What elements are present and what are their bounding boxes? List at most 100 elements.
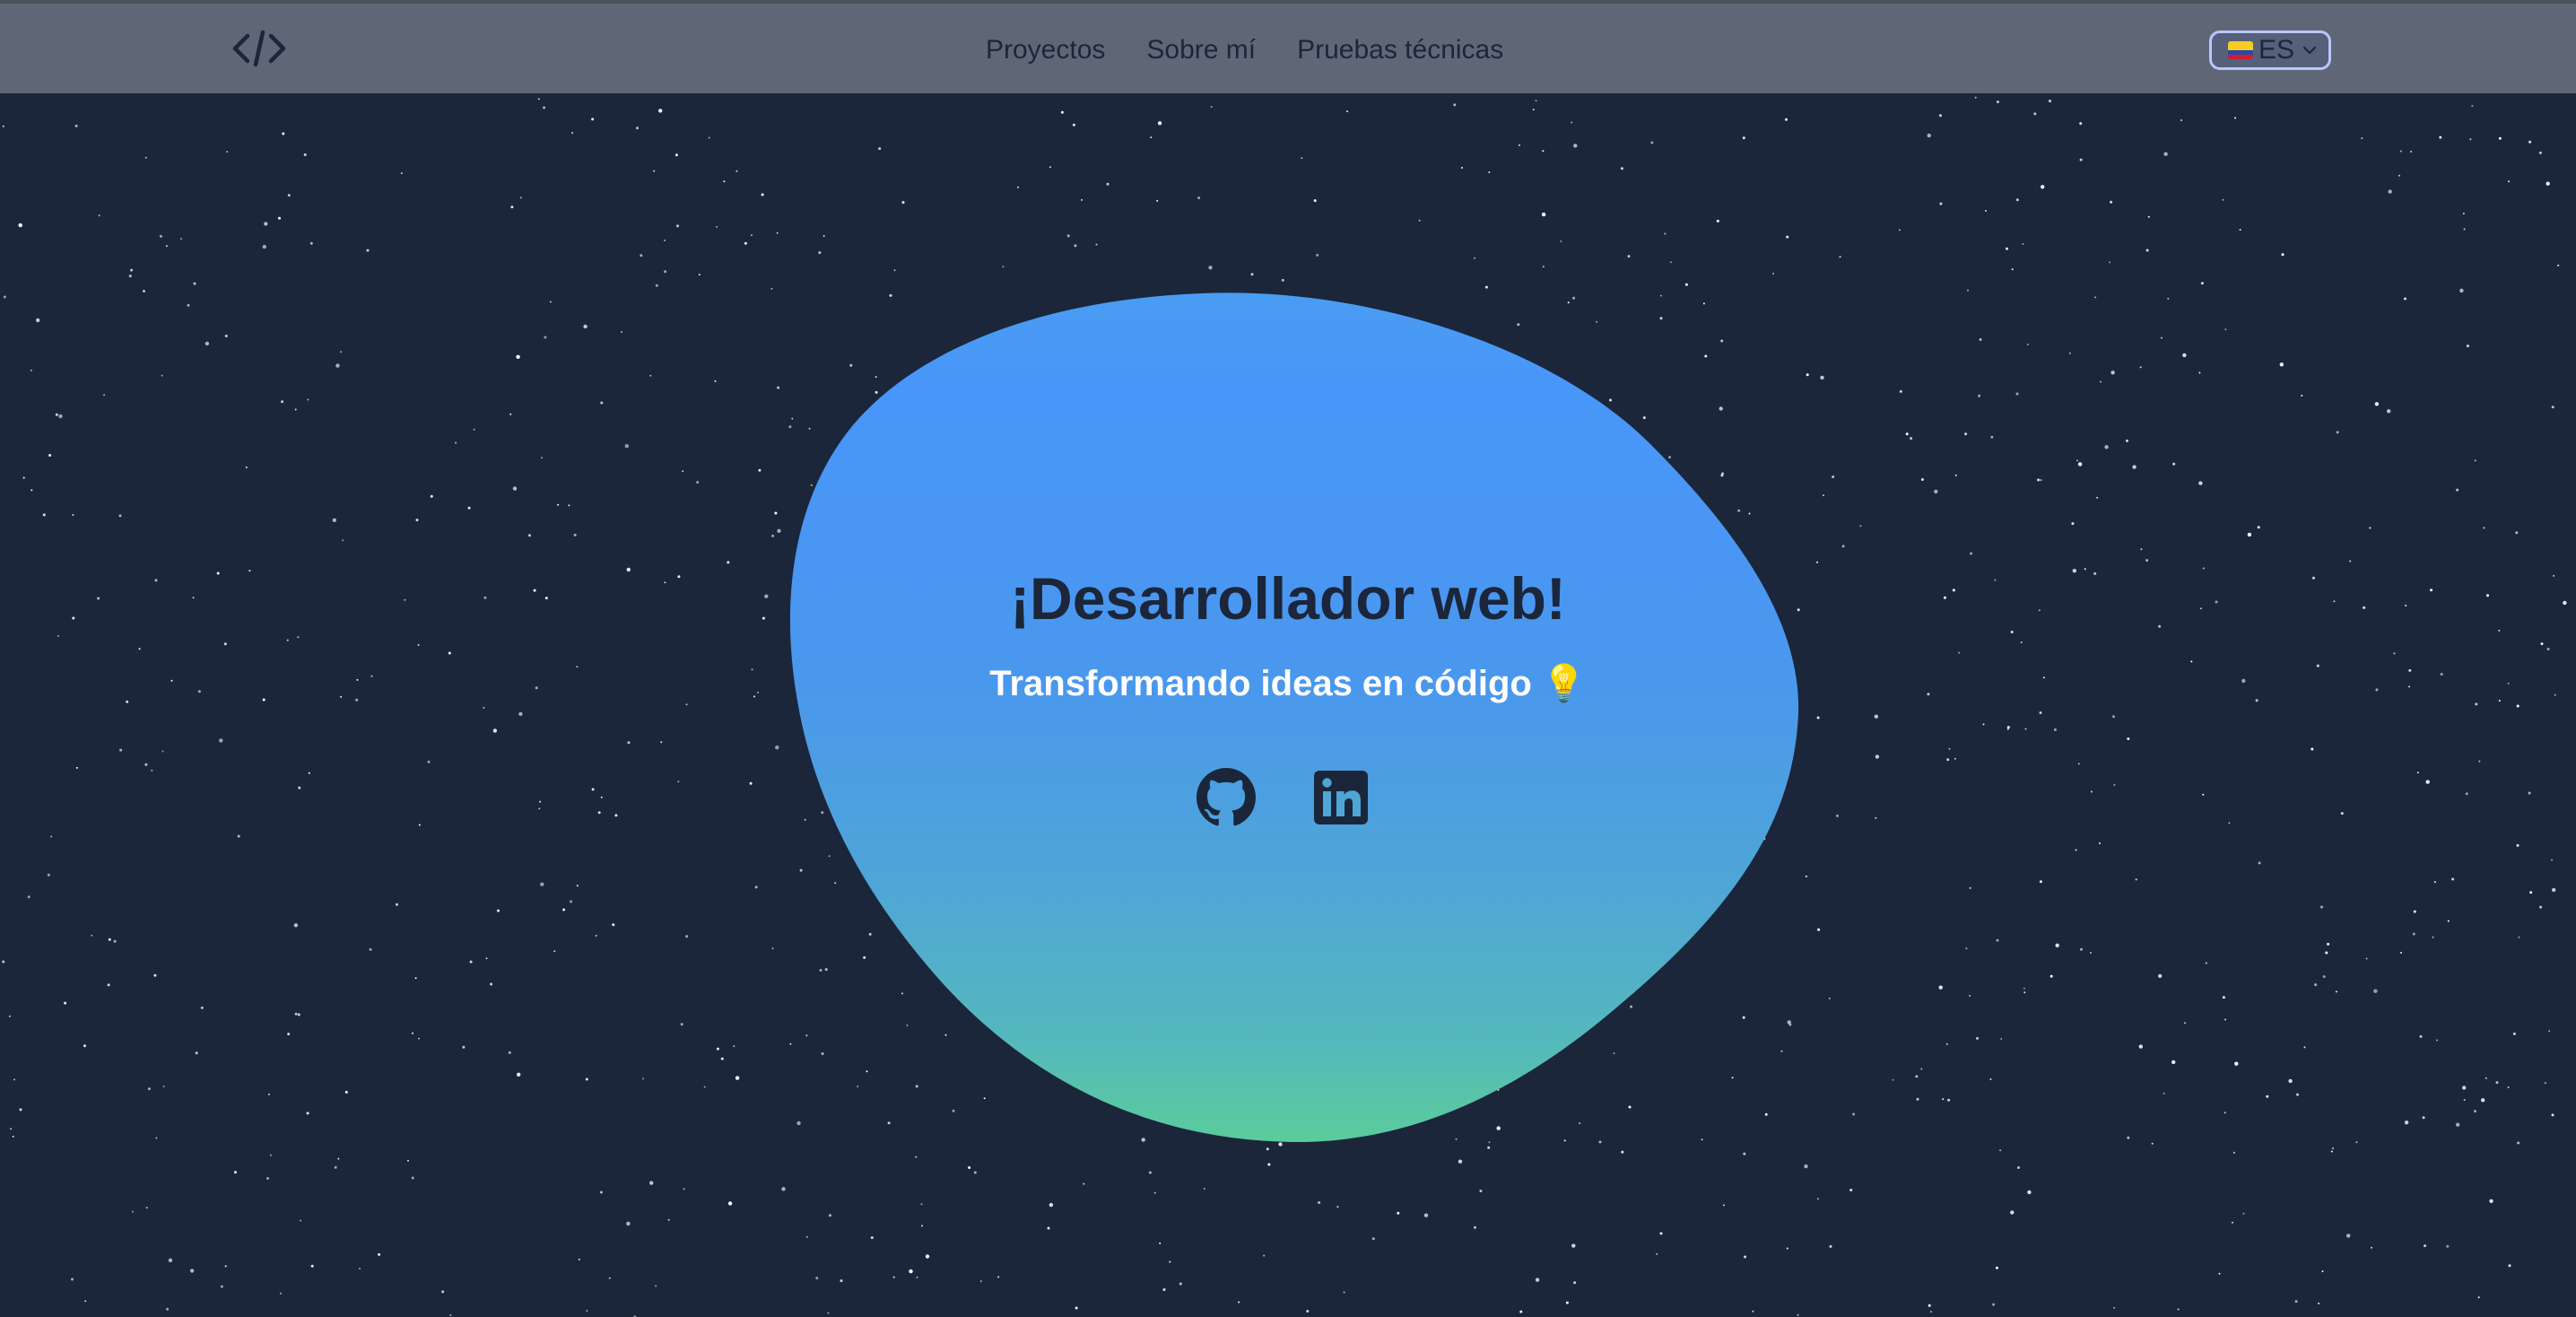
star (2551, 859, 2554, 861)
star (2517, 1141, 2520, 1145)
star (1785, 118, 1788, 121)
star (2022, 242, 2024, 245)
star (418, 1037, 420, 1040)
star (1397, 1211, 1400, 1215)
star (2112, 715, 2115, 719)
star (1343, 1291, 1345, 1294)
star (220, 1285, 223, 1288)
star (1153, 1191, 1156, 1194)
star (1017, 186, 1019, 188)
star (1532, 109, 1535, 111)
star (537, 98, 540, 100)
star (118, 514, 122, 518)
star (829, 1214, 831, 1217)
star (540, 882, 544, 886)
star (2033, 112, 2037, 116)
star (815, 1277, 819, 1280)
star (544, 336, 547, 339)
star (132, 1210, 134, 1213)
star (600, 401, 604, 405)
star (624, 444, 629, 449)
star (553, 950, 556, 953)
star (1150, 136, 1153, 139)
star (2320, 905, 2323, 909)
star (612, 923, 615, 927)
star (2539, 905, 2543, 909)
star (2432, 936, 2434, 938)
star (909, 1269, 913, 1274)
star (2314, 983, 2318, 987)
star (2266, 1095, 2269, 1098)
star (369, 947, 372, 951)
star (2110, 371, 2115, 375)
star (2167, 297, 2170, 300)
hero-blob (789, 292, 1799, 1143)
star (1573, 1281, 1577, 1285)
star (98, 214, 100, 217)
star (344, 1090, 348, 1094)
star (1967, 289, 1969, 292)
star (83, 1044, 86, 1048)
star (2158, 973, 2163, 979)
star (234, 1171, 237, 1174)
star (2138, 1044, 2143, 1049)
star (749, 781, 753, 785)
star (1948, 747, 1951, 750)
star (1075, 1306, 1078, 1310)
star (2026, 344, 2029, 345)
star (1313, 199, 1317, 203)
github-link[interactable] (1197, 768, 1256, 827)
star (310, 1264, 314, 1268)
star (578, 1258, 580, 1260)
star (2469, 138, 2472, 141)
star (298, 786, 301, 789)
star (193, 282, 196, 285)
star (2100, 380, 2102, 383)
star (1915, 1075, 1919, 1078)
nav-link-sobre-mi[interactable]: Sobre mí (1146, 31, 1256, 70)
star (901, 201, 905, 205)
star (279, 1292, 282, 1295)
star (1742, 136, 1745, 140)
star (1049, 1202, 1054, 1208)
star (2288, 1078, 2293, 1084)
star (674, 153, 678, 157)
star (224, 335, 228, 337)
star (467, 506, 471, 510)
star (2327, 942, 2330, 946)
star (2151, 1142, 2154, 1145)
code-brackets-icon[interactable] (231, 27, 287, 70)
star (2483, 527, 2485, 529)
star (2177, 1308, 2180, 1311)
star (147, 1087, 151, 1091)
star (1627, 255, 1631, 258)
star (309, 241, 313, 245)
star (1573, 144, 1578, 148)
star (2205, 962, 2207, 964)
star (735, 1076, 740, 1080)
star (1969, 994, 1971, 997)
star (1982, 723, 1985, 726)
language-select[interactable]: ES (2209, 31, 2331, 70)
star (1179, 1282, 1182, 1286)
star (2540, 642, 2544, 646)
star (430, 494, 433, 498)
star (1946, 758, 1950, 762)
star (2456, 1122, 2460, 1127)
star (2321, 1270, 2324, 1273)
star (2182, 353, 2187, 358)
star (1002, 266, 1005, 268)
star (744, 241, 747, 245)
star (2132, 465, 2137, 469)
nav-link-pruebas-tecnicas[interactable]: Pruebas técnicas (1297, 31, 1503, 70)
star (308, 772, 310, 774)
linkedin-link[interactable] (1311, 768, 1371, 827)
star (1823, 494, 1824, 497)
nav-link-proyectos[interactable]: Proyectos (986, 31, 1105, 70)
star (2413, 910, 2416, 913)
star (1804, 1164, 1808, 1169)
star (1820, 375, 1824, 380)
star (449, 1314, 452, 1316)
star (1875, 816, 1877, 819)
star (1786, 1247, 1788, 1250)
